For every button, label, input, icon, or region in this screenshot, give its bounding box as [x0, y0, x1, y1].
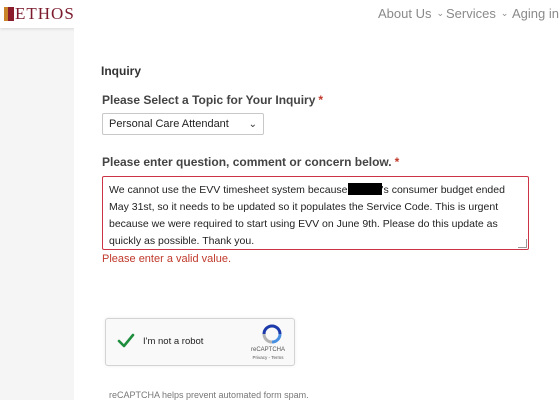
checkmark-icon[interactable]: [116, 331, 136, 351]
question-text-before: We cannot use the EVV timesheet system b…: [109, 184, 348, 196]
recaptcha-widget: I'm not a robot reCAPTCHA Privacy - Term…: [105, 318, 295, 366]
required-marker: *: [318, 93, 324, 107]
chevron-down-icon: ⌄: [436, 8, 445, 18]
recaptcha-logo-icon: [262, 324, 282, 344]
top-navigation-bar: ETHOS About Us ⌄ Services ⌄ Aging in C: [0, 0, 560, 28]
inquiry-form-panel: Inquiry Please Select a Topic for Your I…: [74, 28, 560, 400]
chevron-down-icon: ⌄: [500, 8, 509, 18]
recaptcha-brand: reCAPTCHA: [250, 347, 285, 353]
required-marker: *: [394, 155, 400, 169]
logo-text: ETHOS: [15, 4, 75, 23]
nav-services-label: Services: [446, 6, 496, 21]
topic-select-value: Personal Care Attendant: [109, 118, 229, 130]
topic-select[interactable]: Personal Care Attendant ⌄: [102, 113, 264, 135]
question-textarea[interactable]: We cannot use the EVV timesheet system b…: [102, 176, 529, 250]
redaction-box: [347, 183, 382, 195]
nav-aging-in-label: Aging in C: [512, 6, 560, 21]
logo-mark-icon: [4, 7, 14, 21]
topic-label: Please Select a Topic for Your Inquiry *: [102, 93, 323, 107]
question-label: Please enter question, comment or concer…: [102, 155, 399, 169]
validation-error: Please enter a valid value.: [102, 253, 232, 265]
recaptcha-links[interactable]: Privacy - Terms: [248, 355, 288, 360]
ethos-logo[interactable]: ETHOS: [4, 5, 75, 23]
topic-label-text: Please Select a Topic for Your Inquiry: [102, 93, 316, 107]
chevron-down-icon: ⌄: [248, 118, 257, 130]
nav-services[interactable]: Services ⌄: [446, 6, 508, 21]
question-label-text: Please enter question, comment or concer…: [102, 155, 392, 169]
recaptcha-label: I'm not a robot: [143, 336, 204, 347]
section-title: Inquiry: [101, 64, 142, 78]
nav-about-us[interactable]: About Us ⌄: [378, 6, 444, 21]
recaptcha-note: reCAPTCHA helps prevent automated form s…: [109, 390, 309, 400]
resize-handle-icon[interactable]: [518, 239, 527, 248]
nav-aging-in[interactable]: Aging in C: [512, 6, 560, 21]
nav-about-us-label: About Us: [378, 6, 432, 21]
